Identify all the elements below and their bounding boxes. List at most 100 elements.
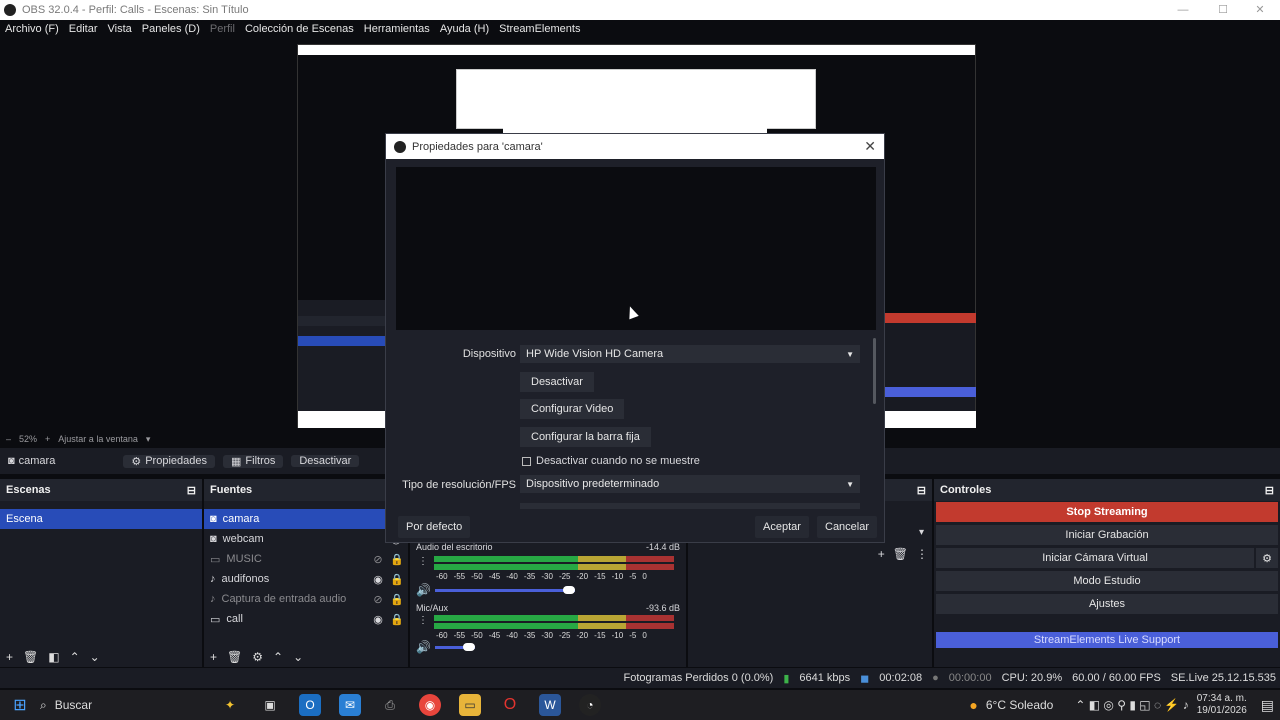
source-label: webcam (222, 533, 264, 545)
live-support-button[interactable]: StreamElements Live Support (936, 632, 1278, 648)
minimize-icon[interactable]: — (1163, 0, 1203, 20)
disable-device-button[interactable]: Desactivar (520, 372, 594, 392)
lock-icon[interactable]: 🔒 (390, 553, 404, 566)
trash-icon[interactable]: 🗑 (893, 547, 908, 561)
source-item[interactable]: ♪ audifonos ◉ 🔒 (204, 569, 408, 589)
configure-video-button[interactable]: Configurar Video (520, 399, 625, 419)
menu-archivo[interactable]: Archivo (F) (0, 23, 64, 35)
chevron-down-icon[interactable]: ▾ (919, 527, 924, 538)
add-icon[interactable]: + (210, 650, 217, 664)
menu-paneles[interactable]: Paneles (D) (137, 23, 205, 35)
zoom-fit[interactable]: Ajustar a la ventana (58, 434, 138, 444)
volume-slider[interactable] (434, 585, 575, 594)
filter-icon[interactable]: ◧ (48, 650, 59, 664)
weather-label[interactable]: 6°C Soleado (986, 698, 1054, 712)
printer-icon[interactable]: ⎙ (379, 694, 401, 716)
properties-label: Propiedades (145, 455, 207, 467)
eye-icon[interactable]: ◉ (372, 613, 384, 626)
menu-editar[interactable]: Editar (64, 23, 103, 35)
menu-vista[interactable]: Vista (103, 23, 137, 35)
accept-button[interactable]: Aceptar (755, 516, 809, 538)
speaker-icon[interactable]: 🔊 (416, 640, 431, 654)
defaults-button[interactable]: Por defecto (398, 516, 471, 538)
zoom-in-button[interactable]: + (45, 434, 50, 444)
more-icon[interactable]: ⋮ (916, 547, 928, 561)
more-icon[interactable]: ⋮ (418, 615, 428, 626)
move-up-icon[interactable]: ⌃ (273, 650, 283, 664)
notification-icon[interactable]: ▤ (1261, 697, 1274, 714)
obs-icon[interactable]: ◔ (579, 694, 601, 716)
opera-icon[interactable]: O (499, 694, 521, 716)
speaker-icon[interactable]: 🔊 (416, 583, 431, 597)
checkbox[interactable] (522, 456, 531, 466)
menu-ayuda[interactable]: Ayuda (H) (435, 23, 494, 35)
zoom-out-button[interactable]: – (6, 434, 11, 444)
sun-icon: ● (969, 697, 978, 713)
dock-menu-icon[interactable]: ⊟ (187, 484, 196, 497)
windows-start-icon[interactable]: ⊞ (9, 694, 31, 716)
configure-crossbar-button[interactable]: Configurar la barra fija (520, 427, 651, 447)
eye-off-icon[interactable]: ⊘ (372, 593, 384, 606)
outlook-icon[interactable]: O (299, 694, 321, 716)
source-item[interactable]: ▭ MUSIC ⊘ 🔒 (204, 549, 408, 569)
chrome-icon[interactable]: ◉ (419, 694, 441, 716)
chevron-down-icon[interactable]: ▾ (146, 434, 151, 445)
eye-off-icon[interactable]: ⊘ (372, 553, 384, 566)
move-down-icon[interactable]: ⌄ (90, 650, 100, 664)
properties-button[interactable]: ⚙ Propiedades (123, 454, 215, 468)
search-icon: ⌕ (40, 697, 47, 712)
copilot-icon[interactable]: ✦ (219, 694, 241, 716)
disable-source-button[interactable]: Desactivar (291, 455, 360, 467)
maximize-icon[interactable]: ☐ (1203, 0, 1243, 20)
clock[interactable]: 07:34 a. m. 19/01/2026 (1197, 693, 1247, 717)
scene-item[interactable]: Escena (0, 509, 202, 529)
move-down-icon[interactable]: ⌄ (293, 650, 303, 664)
more-icon[interactable]: ⋮ (418, 556, 428, 567)
deactivate-checkbox-row[interactable]: Desactivar cuando no se muestre (522, 455, 700, 467)
lock-icon[interactable]: 🔒 (390, 593, 404, 606)
mail-icon[interactable]: ✉ (339, 694, 361, 716)
source-item[interactable]: ♪ Captura de entrada audio ⊘ 🔒 (204, 589, 408, 609)
virtual-camera-button[interactable]: Iniciar Cámara Virtual (936, 548, 1254, 568)
dock-menu-icon[interactable]: ⊟ (1265, 484, 1274, 497)
close-icon[interactable]: ✕ (1240, 0, 1280, 20)
resolution-select[interactable]: Dispositivo predeterminado ▼ (520, 475, 860, 493)
gear-icon[interactable]: ⚙ (252, 650, 263, 664)
lock-icon[interactable]: 🔒 (390, 573, 404, 586)
resolution-label: Tipo de resolución/FPS (402, 479, 516, 491)
move-up-icon[interactable]: ⌃ (70, 650, 80, 664)
menu-perfil[interactable]: Perfil (205, 23, 240, 35)
source-label: MUSIC (226, 553, 262, 565)
controls-dock: Controles ⊟ Stop Streaming Iniciar Grabac… (934, 479, 1280, 667)
trash-icon[interactable]: 🗑 (227, 650, 242, 664)
scrollbar[interactable] (873, 338, 876, 404)
volume-slider[interactable] (434, 642, 475, 651)
device-select[interactable]: HP Wide Vision HD Camera ▼ (520, 345, 860, 363)
source-item[interactable]: ▭ call ◉ 🔒 (204, 609, 408, 629)
filters-button[interactable]: ▦ Filtros (223, 454, 284, 468)
gear-icon[interactable]: ⚙ (1256, 548, 1278, 568)
taskbar-search[interactable]: ⌕ Buscar (40, 698, 210, 713)
stop-streaming-button[interactable]: Stop Streaming (936, 502, 1278, 522)
folder-icon[interactable]: ▭ (459, 694, 481, 716)
add-icon[interactable]: + (6, 650, 13, 664)
settings-button[interactable]: Ajustes (936, 594, 1278, 614)
tray-icons[interactable]: ⌃ ◧ ◎ ⚲ ▮ ◱ ◌ ⚡ ♪ (1075, 698, 1188, 712)
start-recording-button[interactable]: Iniciar Grabación (936, 525, 1278, 545)
studio-mode-button[interactable]: Modo Estudio (936, 571, 1278, 591)
add-icon[interactable]: + (878, 547, 885, 561)
dock-menu-icon[interactable]: ⊟ (917, 484, 926, 497)
task-view-icon[interactable]: ▣ (259, 694, 281, 716)
lock-icon[interactable]: 🔒 (390, 613, 404, 626)
trash-icon[interactable]: 🗑 (23, 650, 38, 664)
source-item[interactable]: ◙webcam◉ (204, 529, 408, 549)
eye-icon[interactable]: ◉ (372, 573, 384, 586)
signal-icon: ▮ (783, 672, 790, 685)
menu-streamelements[interactable]: StreamElements (494, 23, 585, 35)
cancel-button[interactable]: Cancelar (817, 516, 878, 538)
menu-herramientas[interactable]: Herramientas (359, 23, 435, 35)
source-item[interactable]: ◙camara◉ (204, 509, 408, 529)
menu-coleccion[interactable]: Colección de Escenas (240, 23, 359, 35)
close-icon[interactable]: ✕ (864, 138, 876, 155)
word-icon[interactable]: W (539, 694, 561, 716)
